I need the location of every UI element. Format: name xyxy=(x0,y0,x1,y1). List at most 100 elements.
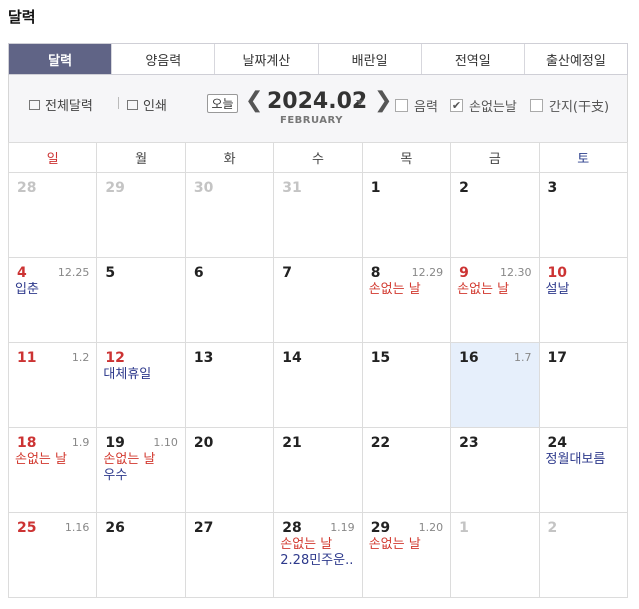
calendar-day-cell[interactable]: 16 1.7 xyxy=(450,342,540,428)
calendar-day-cell[interactable]: 25 1.16 xyxy=(7,512,98,598)
calendar-day-cell[interactable]: 1 xyxy=(450,512,540,598)
calendar-day-cell[interactable]: 19 1.10 손없는 날 우수 xyxy=(96,427,186,513)
lunar-checkbox[interactable] xyxy=(395,99,408,112)
day-number: 28 xyxy=(282,520,302,536)
lunar-date: 1.9 xyxy=(71,436,90,449)
lunar-date: 12.25 xyxy=(57,266,90,279)
calendar-event[interactable]: 손없는 날 xyxy=(103,452,180,468)
weekday-fri: 금 xyxy=(450,142,540,173)
ganji-checkbox[interactable] xyxy=(530,99,543,112)
calendar-day-cell[interactable]: 20 xyxy=(184,427,275,513)
calendar-day-cell[interactable]: 6 xyxy=(184,257,275,343)
day-number: 29 xyxy=(370,520,391,536)
option-ganji[interactable]: 간지(干支) xyxy=(530,96,609,115)
tab-date-calc[interactable]: 날짜계산 xyxy=(215,44,319,74)
calendar-day-cell[interactable]: 31 xyxy=(273,172,363,258)
day-events: 손없는 날 우수 xyxy=(103,452,180,484)
calendar-day-cell[interactable]: 28 1.19 손없는 날 2.28민주운.. xyxy=(273,512,363,598)
next-month-arrow-icon[interactable]: ❯ xyxy=(374,89,392,113)
day-number: 22 xyxy=(370,435,391,451)
full-calendar-button[interactable]: 전체달력 xyxy=(29,95,93,114)
weekday-tue: 화 xyxy=(184,142,275,173)
calendar-day-cell[interactable]: 4 12.25 입춘 xyxy=(7,257,98,343)
calendar-day-cell[interactable]: 29 1.20 손없는 날 xyxy=(361,512,452,598)
day-number: 24 xyxy=(547,435,568,451)
day-events: 대체휴일 xyxy=(103,367,180,383)
lunar-date: 12.29 xyxy=(411,266,444,279)
calendar-day-cell[interactable]: 26 xyxy=(96,512,186,598)
tab-discharge-date[interactable]: 전역일 xyxy=(422,44,525,74)
day-number: 7 xyxy=(282,265,293,281)
calendar-day-cell[interactable]: 8 12.29 손없는 날 xyxy=(361,257,452,343)
calendar-day-cell[interactable]: 13 xyxy=(184,342,275,428)
calendar-toolbar: 전체달력 인쇄 오늘 ❮ 2024.02 ❯ FEBRUARY 음력 ✔ 손없는… xyxy=(8,75,628,142)
lunar-date: 1.7 xyxy=(514,351,532,364)
calendar-event[interactable]: 대체휴일 xyxy=(103,367,180,383)
day-number: 26 xyxy=(105,520,125,536)
lunar-date: 12.30 xyxy=(500,266,532,279)
weekday-sun: 일 xyxy=(7,142,98,173)
month-dropdown-icon[interactable] xyxy=(356,100,364,105)
print-label: 인쇄 xyxy=(143,99,167,114)
tab-ovulation[interactable]: 배란일 xyxy=(319,44,422,74)
day-number: 29 xyxy=(105,180,125,196)
weekday-thu: 목 xyxy=(361,142,452,173)
day-number: 2 xyxy=(547,520,558,536)
tab-lunar-solar[interactable]: 양음력 xyxy=(112,44,216,74)
calendar-day-cell[interactable]: 15 xyxy=(361,342,452,428)
calendar-event[interactable]: 2.28민주운.. xyxy=(280,553,357,569)
calendar-day-cell[interactable]: 17 xyxy=(538,342,629,428)
calendar-event[interactable]: 손없는 날 xyxy=(369,537,446,553)
calendar-event[interactable]: 손없는 날 xyxy=(457,282,534,298)
full-calendar-label: 전체달력 xyxy=(45,99,93,114)
calendar-day-cell[interactable]: 22 xyxy=(361,427,452,513)
day-number: 15 xyxy=(370,350,391,366)
weekday-sat: 토 xyxy=(538,142,629,173)
calendar-day-cell[interactable]: 10 설날 xyxy=(538,257,629,343)
son-eomneun-nal-checkbox[interactable]: ✔ xyxy=(450,99,463,112)
day-events: 설날 xyxy=(546,282,623,298)
calendar-day-cell[interactable]: 7 xyxy=(273,257,363,343)
day-events: 손없는 날 xyxy=(369,282,446,298)
calendar-day-cell[interactable]: 11 1.2 xyxy=(7,342,98,428)
today-button[interactable]: 오늘 xyxy=(207,94,238,113)
calendar-day-cell[interactable]: 5 xyxy=(96,257,186,343)
calendar-day-cell[interactable]: 3 xyxy=(538,172,629,258)
calendar-day-cell[interactable]: 1 xyxy=(361,172,452,258)
calendar-day-cell[interactable]: 30 xyxy=(184,172,275,258)
option-lunar[interactable]: 음력 xyxy=(395,96,438,115)
calendar-event[interactable]: 입춘 xyxy=(15,282,92,298)
print-button[interactable]: 인쇄 xyxy=(127,95,167,114)
calendar-event[interactable]: 손없는 날 xyxy=(15,452,92,468)
calendar-event[interactable]: 설날 xyxy=(546,282,623,298)
day-number: 13 xyxy=(193,350,214,366)
calendar-day-cell[interactable]: 23 xyxy=(450,427,540,513)
option-son-eomneun-nal[interactable]: ✔ 손없는날 xyxy=(450,96,517,115)
calendar-day-cell[interactable]: 2 xyxy=(450,172,540,258)
day-number: 28 xyxy=(17,180,37,196)
calendar-event[interactable]: 정월대보름 xyxy=(546,452,623,468)
calendar-day-cell[interactable]: 2 xyxy=(538,512,629,598)
calendar-day-cell[interactable]: 14 xyxy=(273,342,363,428)
calendar-event[interactable]: 손없는 날 xyxy=(369,282,446,298)
day-number: 17 xyxy=(547,350,568,366)
calendar-day-cell[interactable]: 9 12.30 손없는 날 xyxy=(450,257,540,343)
calendar-day-cell[interactable]: 29 xyxy=(96,172,186,258)
calendar-day-cell[interactable]: 18 1.9 손없는 날 xyxy=(7,427,98,513)
day-number: 27 xyxy=(193,520,214,536)
weekday-header-row: 일 월 화 수 목 금 토 xyxy=(7,142,629,173)
calendar-event[interactable]: 우수 xyxy=(103,468,180,484)
day-number: 14 xyxy=(282,350,302,366)
day-number: 11 xyxy=(17,350,37,366)
calendar-day-cell[interactable]: 28 xyxy=(7,172,98,258)
calendar-day-cell[interactable]: 12 대체휴일 xyxy=(96,342,186,428)
day-number: 25 xyxy=(17,520,37,536)
tab-due-date[interactable]: 출산예정일 xyxy=(525,44,627,74)
calendar-day-cell[interactable]: 24 정월대보름 xyxy=(538,427,629,513)
prev-month-arrow-icon[interactable]: ❮ xyxy=(245,89,263,113)
calendar-day-cell[interactable]: 27 xyxy=(184,512,275,598)
calendar-day-cell[interactable]: 21 xyxy=(273,427,363,513)
calendar-event[interactable]: 손없는 날 xyxy=(280,537,357,553)
day-number: 20 xyxy=(193,435,214,451)
tab-calendar[interactable]: 달력 xyxy=(9,44,113,74)
